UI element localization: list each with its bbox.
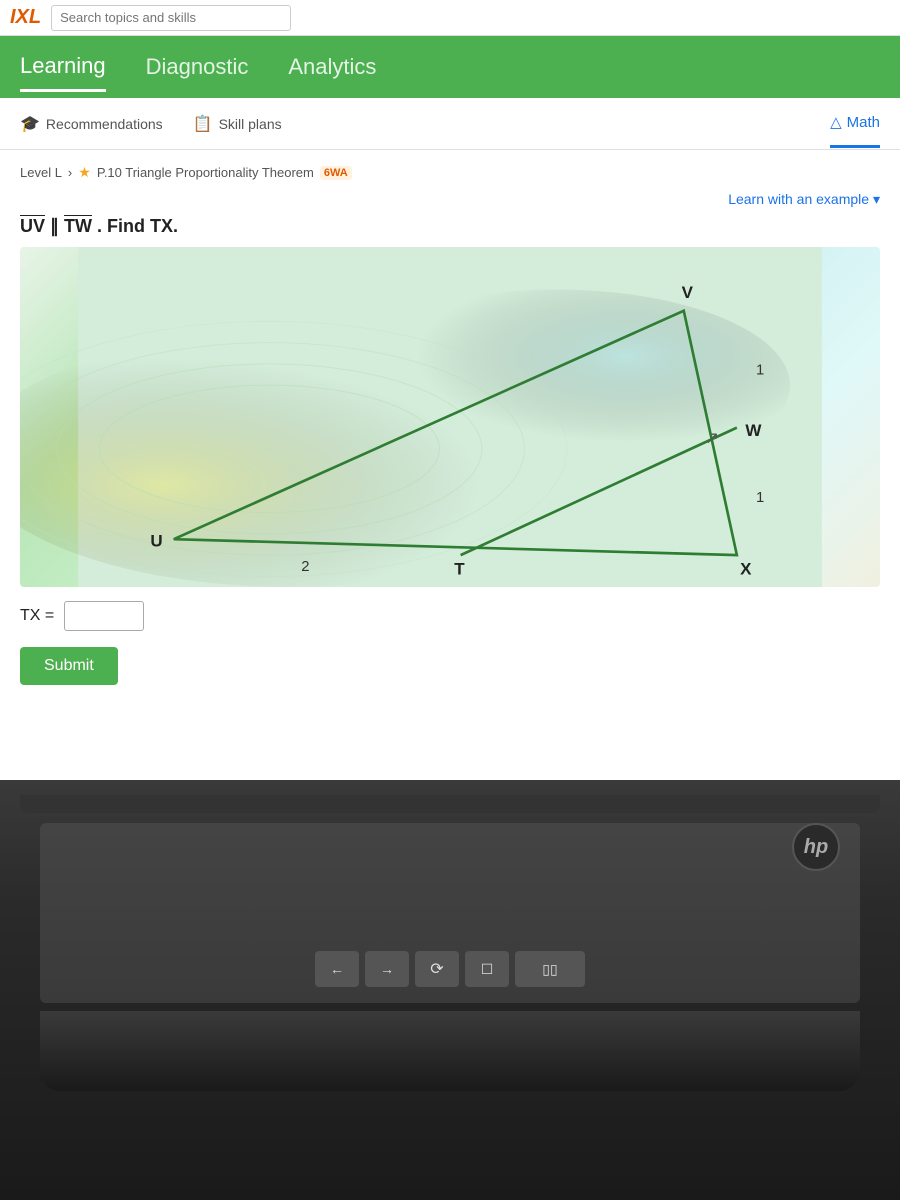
breadcrumb: Level L › ★ P.10 Triangle Proportionalit… [20, 164, 880, 181]
recommendations-label: Recommendations [46, 116, 163, 132]
geometry-diagram: V W U T X 1 1 2 ↗ [20, 247, 880, 587]
measure-WX: 1 [756, 490, 764, 506]
nav-diagnostic[interactable]: Diagnostic [146, 44, 249, 90]
ixl-logo: IXL [10, 6, 41, 29]
label-X: X [740, 559, 752, 578]
search-input[interactable] [51, 5, 291, 31]
key-refresh[interactable]: ⟳ [415, 951, 459, 987]
main-nav: Learning Diagnostic Analytics [0, 36, 900, 98]
submit-button[interactable]: Submit [20, 647, 118, 685]
learn-example[interactable]: Learn with an example ▾ [20, 191, 880, 208]
cursor-icon: ↗ [705, 429, 719, 448]
recommendations-icon: 🎓 [20, 114, 40, 134]
skillplans-label: Skill plans [219, 116, 282, 132]
keyboard-row-nav: ← → ⟳ ☐ ▯▯ [315, 951, 585, 987]
math-triangle-icon: △ [830, 113, 842, 131]
subnav-recommendations[interactable]: 🎓 Recommendations [20, 100, 163, 148]
key-square[interactable]: ☐ [465, 951, 509, 987]
tx-answer-input[interactable] [64, 601, 144, 631]
skill-code-badge: 6WA [320, 166, 352, 180]
label-V: V [682, 283, 694, 302]
breadcrumb-skill[interactable]: P.10 Triangle Proportionality Theorem [97, 165, 314, 180]
hp-logo: hp [792, 823, 840, 871]
diagram-container: V W U T X 1 1 2 ↗ [20, 247, 880, 587]
key-grid[interactable]: ▯▯ [515, 951, 585, 987]
key-back[interactable]: ← [315, 951, 359, 987]
measure-VW: 1 [756, 363, 764, 379]
answer-label: TX = [20, 607, 54, 625]
star-icon: ★ [78, 164, 91, 181]
nav-learning[interactable]: Learning [20, 43, 106, 92]
problem-statement: UV ∥ TW . Find TX. [20, 216, 880, 237]
laptop-base [40, 1011, 860, 1091]
laptop-bezel [20, 795, 880, 813]
sub-nav: 🎓 Recommendations 📋 Skill plans △ Math [0, 98, 900, 150]
measure-UT: 2 [301, 559, 309, 575]
breadcrumb-separator: › [68, 165, 72, 180]
answer-row: TX = [20, 601, 880, 631]
math-label: Math [847, 114, 880, 131]
breadcrumb-level[interactable]: Level L [20, 165, 62, 180]
laptop-body: hp ← → ⟳ ☐ ▯▯ [0, 780, 900, 1200]
label-U: U [150, 532, 162, 551]
key-forward[interactable]: → [365, 951, 409, 987]
subnav-math[interactable]: △ Math [830, 99, 880, 148]
nav-analytics[interactable]: Analytics [288, 44, 376, 90]
keyboard-area: ← → ⟳ ☐ ▯▯ [40, 823, 860, 1003]
label-T: T [454, 559, 465, 578]
subnav-skillplans[interactable]: 📋 Skill plans [193, 100, 282, 148]
skillplans-icon: 📋 [193, 114, 213, 134]
label-W: W [745, 421, 762, 440]
